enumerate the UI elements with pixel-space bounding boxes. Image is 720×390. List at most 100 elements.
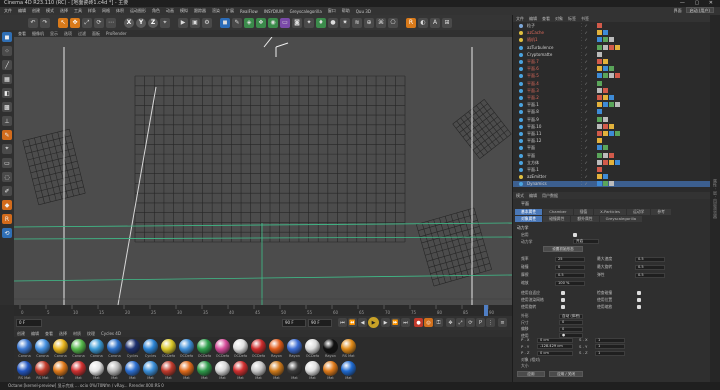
scale-key-icon[interactable]: ⤢ (456, 318, 465, 327)
object-row[interactable]: Dynamics ⁚ ✓ (513, 181, 711, 188)
material-swatch[interactable]: Rayon (286, 339, 303, 360)
object-tag-icon[interactable] (597, 23, 602, 28)
menu-item[interactable]: 样条 (88, 8, 96, 14)
attr-dynamic-select[interactable]: 开启 (573, 239, 599, 244)
object-menu-item[interactable]: 对象 (555, 15, 563, 22)
menu-item[interactable]: 跟踪器 (194, 8, 206, 14)
coord-value[interactable]: 1 (595, 350, 625, 356)
material-swatch[interactable]: Mat (196, 361, 213, 382)
coord-value[interactable]: 0 cm (537, 350, 573, 356)
arnold-icon[interactable]: A (430, 17, 440, 28)
object-tag-icon[interactable] (609, 37, 614, 43)
object-tag-icon[interactable] (597, 95, 602, 100)
visibility-dots-icon[interactable]: ⁚ ✓ (581, 109, 588, 115)
material-swatch[interactable]: RS Mat (340, 339, 357, 360)
object-name[interactable]: 平面.5 (527, 73, 539, 79)
material-swatch[interactable]: Mat (232, 361, 249, 382)
menu-item[interactable]: 选择 (60, 8, 68, 14)
material-swatch[interactable]: Mat (124, 361, 141, 382)
visibility-dots-icon[interactable]: ⁚ ✓ (581, 160, 588, 166)
object-tag-icon[interactable] (603, 44, 608, 50)
menu-item[interactable]: RealFlow (240, 9, 258, 14)
material-menu-item[interactable]: 纹理 (87, 330, 95, 337)
menu-item[interactable]: Quu 3D (356, 9, 371, 14)
autokey-icon[interactable]: ◎ (424, 318, 433, 327)
prev-frame-icon[interactable]: ◀ (358, 318, 367, 327)
layout-select[interactable]: 启动 (用户) (685, 7, 714, 13)
object-tag-icon[interactable] (603, 66, 608, 72)
object-name[interactable]: 平面.1 (527, 102, 539, 108)
menu-item[interactable]: 编辑 (18, 8, 26, 14)
object-row[interactable]: 平面.8 ⁚ ✓ (513, 109, 711, 115)
material-swatch[interactable]: Mat (178, 361, 195, 382)
material-swatch[interactable]: OCDefa (232, 339, 249, 360)
object-tag-icon[interactable] (597, 44, 602, 50)
attr-tab[interactable]: 基本属性 (515, 209, 543, 215)
object-tag-icon[interactable] (615, 102, 620, 108)
attr-tab[interactable]: Chamber (543, 209, 573, 215)
cube-icon[interactable]: ◼ (220, 17, 230, 28)
axis-icon[interactable]: ⊥ (2, 116, 12, 126)
menu-item[interactable]: 体积 (116, 8, 124, 14)
object-tag-icon[interactable] (609, 152, 614, 158)
viewport[interactable] (14, 37, 512, 305)
object-row[interactable]: 粒子 ⁚ ✓ (513, 23, 711, 29)
object-tag-icon[interactable] (597, 30, 602, 36)
object-menu-item[interactable]: 查看 (542, 15, 550, 22)
object-tag-icon[interactable] (603, 95, 608, 100)
object-tag-icon[interactable] (597, 174, 602, 180)
rotation-key-icon[interactable]: ⟳ (466, 318, 475, 327)
viewport-menu-item[interactable]: 摄像机 (32, 30, 44, 37)
play-icon[interactable]: ▶ (368, 317, 379, 328)
visibility-dots-icon[interactable]: ⁚ ✓ (581, 95, 588, 101)
attr-checkbox[interactable] (637, 298, 641, 302)
cube-icon[interactable]: ◼ (2, 32, 12, 42)
object-name[interactable]: 平面.9 (527, 117, 539, 123)
material-swatch[interactable]: Mat (106, 361, 123, 382)
attr-lower-value[interactable]: 0 (559, 320, 583, 325)
material-swatch[interactable]: Corona (52, 339, 69, 360)
attr-checkbox[interactable] (561, 305, 565, 309)
object-row[interactable]: 平面.3 ⁚ ✓ (513, 87, 711, 94)
object-row[interactable]: 立方体 ⁚ ✓ (513, 159, 711, 166)
object-row[interactable]: azEmitter ⁚ ✓ (513, 174, 711, 180)
menu-item[interactable]: INSYDIUM (264, 9, 284, 14)
object-tag-icon[interactable] (609, 159, 614, 165)
object-menu-item[interactable]: 文件 (516, 15, 524, 22)
attr-checkbox[interactable] (637, 291, 641, 295)
object-row[interactable]: 平面.9 ⁚ ✓ (513, 116, 711, 123)
attr-checkbox[interactable] (561, 291, 565, 295)
x-axis-icon[interactable]: X (124, 17, 134, 28)
visibility-dots-icon[interactable]: ⁚ ✓ (581, 117, 588, 123)
field-icon[interactable]: ● (328, 17, 338, 28)
soft-selection-icon[interactable]: ◌ (2, 172, 12, 182)
floor-icon[interactable]: ▭ (280, 17, 290, 28)
material-swatch[interactable]: Mat (268, 361, 285, 382)
attr-enable-checkbox[interactable] (573, 233, 577, 237)
menu-item[interactable]: 角色 (152, 8, 160, 14)
object-name[interactable]: 平面.3 (527, 88, 539, 94)
object-name[interactable]: 平面 (527, 145, 535, 151)
menu-item[interactable]: 创建 (32, 8, 40, 14)
object-row[interactable]: 平面.4 ⁚ ✓ (513, 80, 711, 87)
material-menu-item[interactable]: 创建 (17, 330, 25, 337)
object-name[interactable]: 平面.10 (527, 124, 541, 130)
layout-icon[interactable]: ⊞ (442, 17, 452, 28)
menu-item[interactable]: 窗口 (328, 8, 336, 14)
attr-tab[interactable]: X-Particles (594, 209, 626, 215)
live-select-icon[interactable]: ↖ (58, 17, 68, 28)
material-menu-item[interactable]: 编辑 (31, 330, 39, 337)
object-name[interactable]: azTurbulence (527, 45, 553, 51)
object-tag-icon[interactable] (603, 37, 608, 43)
attr-tab[interactable]: Greyscalegorilla (599, 216, 643, 222)
object-name[interactable]: 平面.7 (527, 59, 539, 65)
object-row[interactable]: 平面.11 ⁚ ✓ (513, 131, 711, 137)
material-swatch[interactable]: OCDefa (178, 339, 195, 360)
end-frame-field[interactable]: 90 F (282, 319, 306, 327)
attribute-menu-item[interactable]: 用户数据 (542, 192, 558, 199)
coord-value[interactable]: 1 (595, 337, 625, 343)
snap-icon[interactable]: ⌖ (2, 144, 12, 154)
object-tag-icon[interactable] (597, 131, 602, 136)
object-tag-icon[interactable] (597, 80, 602, 86)
point-level-key-icon[interactable]: ⋮ (486, 318, 495, 327)
